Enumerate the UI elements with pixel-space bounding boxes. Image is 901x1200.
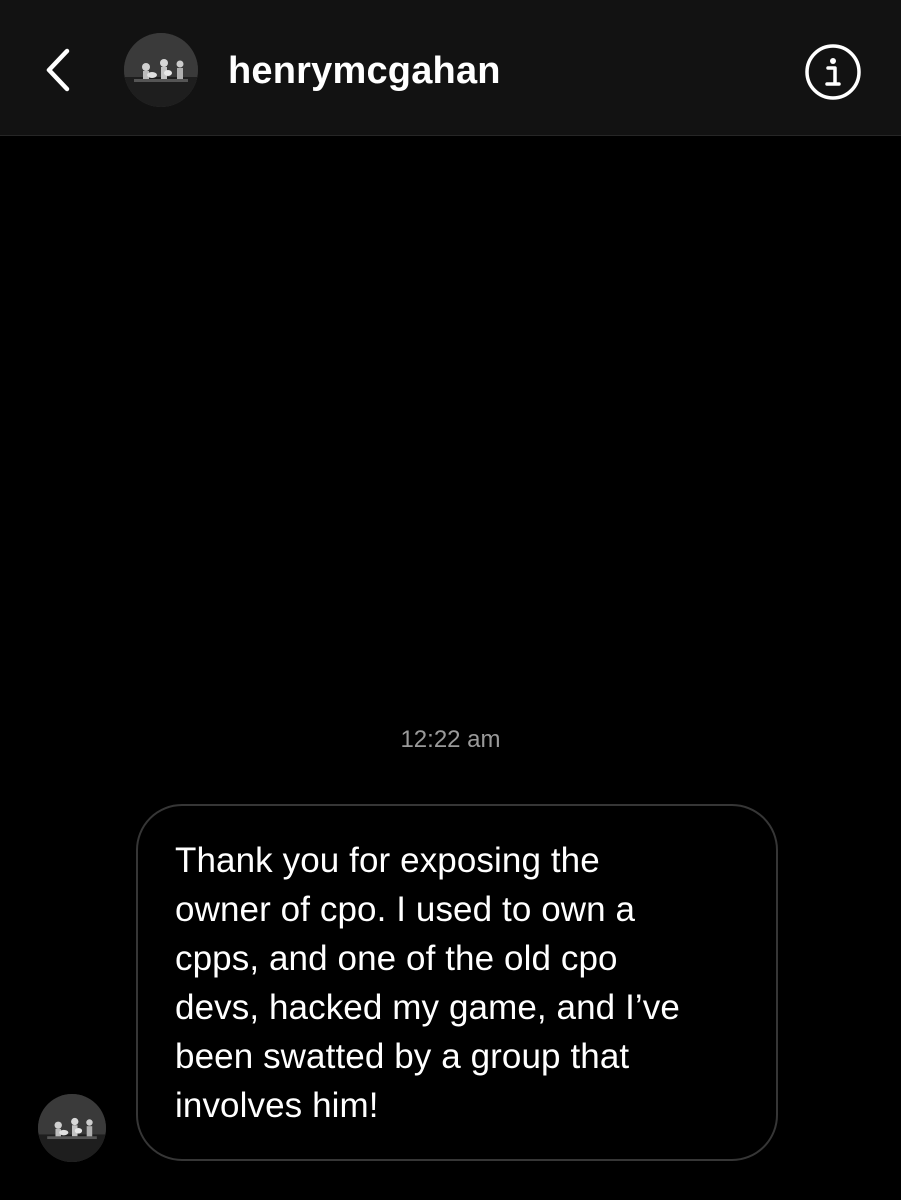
- info-circle-icon: [805, 44, 861, 100]
- header-username[interactable]: henrymcgahan: [228, 48, 501, 94]
- profile-photo: [124, 33, 198, 107]
- sender-avatar[interactable]: [38, 1094, 106, 1162]
- chevron-left-icon: [46, 48, 70, 92]
- avatar[interactable]: [124, 33, 198, 107]
- back-button[interactable]: [28, 40, 88, 100]
- message-text: Thank you for exposing the owner of cpo.…: [175, 841, 680, 1125]
- message-bubble[interactable]: Thank you for exposing the owner of cpo.…: [136, 804, 778, 1161]
- profile-photo: [38, 1094, 106, 1162]
- conversation-header: henrymcgahan: [0, 0, 901, 136]
- info-button[interactable]: [803, 42, 863, 102]
- message-timestamp: 12:22 am: [400, 726, 501, 753]
